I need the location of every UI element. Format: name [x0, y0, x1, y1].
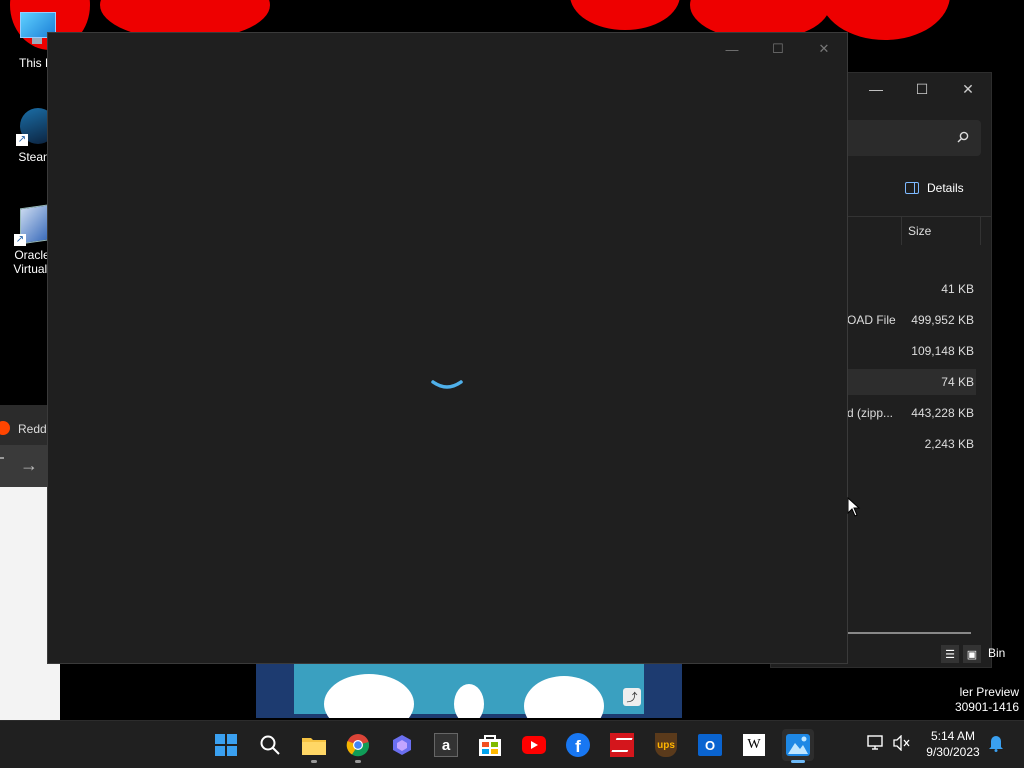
clock-time: 5:14 AM: [930, 729, 976, 743]
taskbar-search-button[interactable]: [254, 729, 286, 761]
taskbar-copilot[interactable]: [386, 729, 418, 761]
file-size: 74 KB: [941, 375, 974, 389]
taskbar-outlook[interactable]: O: [694, 729, 726, 761]
ups-icon: ups: [655, 733, 677, 757]
taskbar-photos[interactable]: [782, 729, 814, 763]
watermark-line1: ler Preview: [959, 685, 1019, 699]
file-type: OAD File: [847, 313, 896, 327]
taskbar-amazon[interactable]: a: [430, 729, 462, 761]
reddit-icon: [0, 421, 10, 435]
maximize-button[interactable]: ☐: [755, 33, 801, 65]
mouse-cursor-icon: [847, 497, 861, 517]
amazon-icon: a: [434, 733, 458, 757]
watermark-line2: 30901-1416: [954, 700, 1019, 714]
details-label: Details: [927, 181, 964, 195]
search-box[interactable]: [841, 120, 981, 156]
details-view-icon[interactable]: ☰: [941, 645, 959, 663]
file-size: 499,952 KB: [911, 313, 974, 327]
outlook-icon: O: [698, 734, 722, 756]
bank-icon: [610, 733, 634, 757]
file-size: 443,228 KB: [911, 406, 974, 420]
maximize-button[interactable]: ☐: [899, 73, 945, 105]
close-button[interactable]: ✕: [945, 73, 991, 105]
details-pane-icon: [905, 182, 919, 194]
taskbar-wikipedia[interactable]: W: [738, 729, 770, 761]
desktop-wallpaper-strip: [256, 662, 682, 718]
forward-icon[interactable]: →: [20, 455, 38, 476]
taskbar-ups[interactable]: ups: [650, 729, 682, 761]
browser-tab-label: Reddi: [18, 422, 50, 436]
taskbar-chrome[interactable]: [342, 729, 374, 763]
youtube-icon: [522, 736, 546, 754]
running-indicator: [355, 760, 361, 763]
explorer-window-controls: — ☐ ✕: [853, 73, 991, 105]
active-indicator: [791, 760, 805, 763]
taskbar-youtube[interactable]: [518, 729, 550, 761]
copilot-icon: [393, 735, 411, 755]
file-type: d (zipp...: [847, 406, 894, 420]
photos-icon: [786, 734, 810, 756]
desktop-icon-recycle-bin-label[interactable]: Bin: [988, 646, 1005, 660]
column-header-size[interactable]: Size: [901, 217, 981, 245]
windows-watermark: ler Preview 30901-1416: [955, 685, 1019, 715]
taskbar-bank-of-america[interactable]: [606, 729, 638, 761]
volume-muted-icon[interactable]: [892, 733, 912, 753]
view-toggle-group: ☰ ▣: [941, 645, 981, 663]
large-icons-view-icon[interactable]: ▣: [963, 645, 981, 663]
start-button[interactable]: [210, 729, 242, 761]
folder-icon: [302, 738, 326, 755]
taskbar-facebook[interactable]: f: [562, 729, 594, 761]
clock-date: 9/30/2023: [926, 745, 980, 759]
back-icon[interactable]: [0, 457, 4, 459]
taskbar-file-explorer[interactable]: [298, 729, 330, 763]
store-icon: [479, 735, 501, 756]
photos-window-controls: — ☐ ✕: [709, 33, 847, 65]
horizontal-scrollbar[interactable]: [847, 632, 971, 634]
loading-spinner-icon: [431, 380, 463, 389]
virtualbox-icon: ↗: [12, 203, 54, 246]
close-button[interactable]: ✕: [801, 33, 847, 65]
bell-icon[interactable]: [986, 733, 1006, 753]
taskbar: a f ups O W 5:14 AM 9/30/2023: [0, 720, 1024, 768]
search-icon: [260, 735, 280, 755]
wikipedia-icon: W: [743, 734, 765, 756]
minimize-button[interactable]: —: [853, 73, 899, 105]
search-icon: [957, 130, 969, 146]
file-size: 2,243 KB: [924, 437, 974, 451]
share-icon[interactable]: ⤴: [623, 688, 641, 706]
running-indicator: [311, 760, 317, 763]
chrome-icon: [346, 734, 370, 757]
minimize-button[interactable]: —: [709, 33, 755, 65]
facebook-icon: f: [566, 733, 590, 757]
taskbar-store[interactable]: [474, 729, 506, 761]
taskbar-clock[interactable]: 5:14 AM 9/30/2023: [918, 728, 988, 760]
windows-icon: [215, 734, 237, 756]
file-size: 109,148 KB: [911, 344, 974, 358]
file-size: 41 KB: [941, 282, 974, 296]
network-icon[interactable]: [866, 733, 886, 753]
photos-app-window[interactable]: — ☐ ✕: [47, 32, 848, 664]
details-pane-button[interactable]: Details: [905, 181, 964, 195]
